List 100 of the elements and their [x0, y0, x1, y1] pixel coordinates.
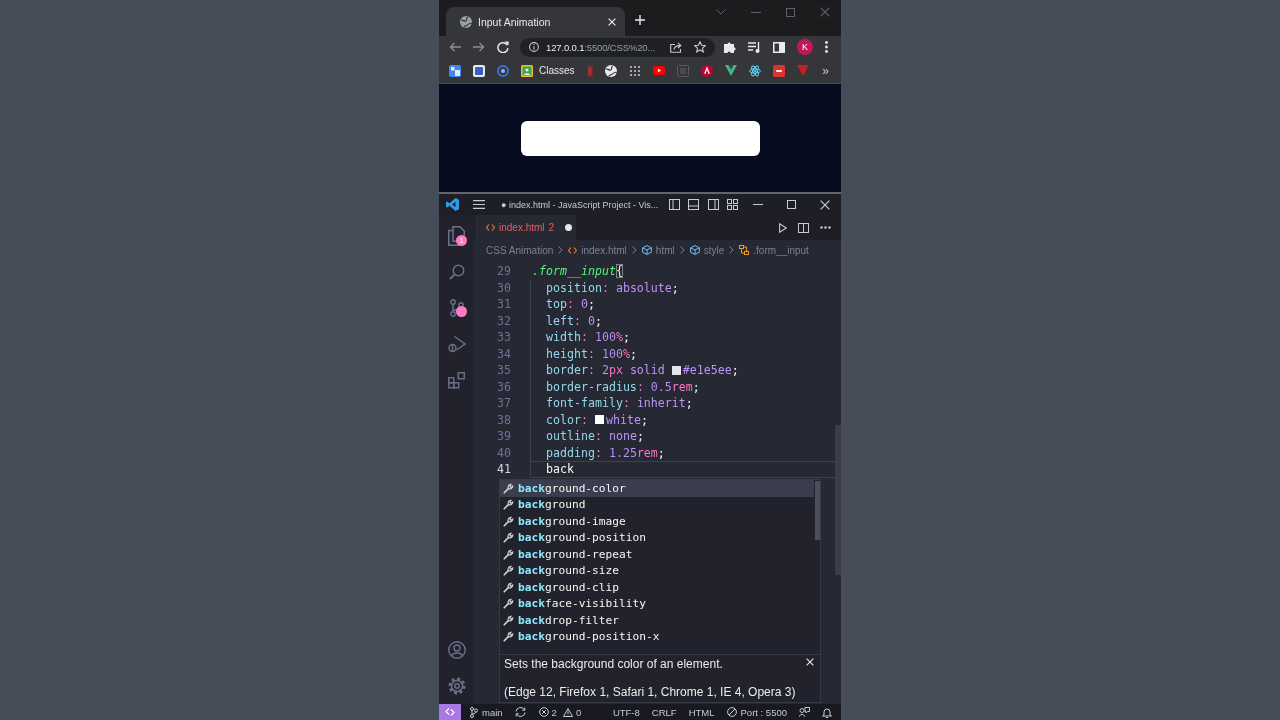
video-play-icon[interactable] — [652, 66, 665, 75]
suggestion-item[interactable]: background-clip — [500, 579, 814, 596]
browser-compatibility: (Edge 12, Firefox 1, Safari 1, Chrome 1, IE 4, Opera 3) — [504, 685, 796, 699]
wrench-icon — [503, 631, 514, 643]
panel-layout-icon[interactable] — [688, 199, 699, 210]
globe-icon[interactable] — [604, 64, 617, 77]
chevron-right-icon — [679, 246, 685, 254]
suggestion-item[interactable]: background-repeat — [500, 546, 814, 563]
live-server-port[interactable]: Port : 5500 — [726, 706, 787, 718]
sidebar-right-icon[interactable] — [707, 199, 719, 210]
sync-icon[interactable] — [514, 707, 526, 717]
tile-icon[interactable] — [772, 64, 785, 77]
scrollbar-thumb[interactable] — [815, 481, 820, 540]
menu-icon[interactable] — [473, 200, 485, 209]
remote-indicator[interactable] — [439, 704, 461, 720]
plus-icon[interactable] — [635, 14, 645, 25]
profile-avatar[interactable]: K — [797, 39, 813, 55]
split-editor-icon[interactable] — [798, 222, 809, 233]
breadcrumb-item[interactable]: .form__input — [739, 244, 809, 256]
input-field[interactable] — [520, 120, 760, 156]
wrench-icon — [503, 532, 514, 544]
line-number: 41 — [496, 461, 511, 478]
minimize-icon[interactable] — [751, 11, 761, 13]
files-icon[interactable] — [448, 226, 465, 246]
board-icon[interactable] — [521, 64, 533, 77]
star-icon[interactable] — [694, 41, 706, 53]
bookmarks-overflow-menu[interactable]: » — [822, 63, 829, 78]
code-text: back — [546, 462, 574, 477]
account-icon[interactable] — [447, 641, 466, 659]
square-tile-icon[interactable] — [449, 64, 461, 77]
atom-icon[interactable] — [748, 64, 761, 77]
source-control-icon[interactable] — [449, 299, 464, 317]
encoding-status[interactable]: UTF-8 — [612, 706, 640, 718]
code-text: #e1e5ee; — [682, 363, 739, 378]
chevron-right-icon — [558, 246, 564, 254]
share-icon[interactable] — [670, 41, 682, 53]
run-icon[interactable] — [779, 222, 787, 233]
code-text: .form__input{ — [532, 264, 623, 279]
gear-icon[interactable] — [447, 677, 466, 695]
sidebar-icon[interactable] — [773, 41, 785, 53]
playlist-icon[interactable] — [748, 41, 761, 53]
dots-grid-icon[interactable] — [628, 64, 641, 77]
search-icon[interactable] — [448, 264, 465, 280]
branch-status[interactable]: main — [470, 706, 503, 718]
globe-icon — [460, 15, 472, 28]
suggestion-description: Sets the background color of an element. — [504, 657, 723, 671]
language-mode[interactable]: HTML — [688, 706, 715, 718]
bell-icon[interactable] — [822, 706, 832, 718]
chevron-down-icon[interactable] — [716, 9, 726, 15]
breadcrumb-item[interactable]: html — [641, 244, 675, 256]
error-icon — [538, 707, 549, 717]
framed-tile-icon[interactable] — [473, 64, 485, 77]
back-arrow-icon[interactable] — [449, 42, 461, 52]
code-text: border-radius: 0.5rem; — [546, 379, 700, 394]
customize-layout-icon[interactable] — [727, 199, 738, 210]
problems-status[interactable]: 2 0 — [538, 706, 585, 718]
address-bar[interactable]: 127.0.0.1:5500/CSS%20... — [520, 37, 715, 57]
hierarchy-icon — [739, 245, 750, 255]
scrollbar-thumb[interactable] — [835, 425, 841, 575]
shield-icon[interactable] — [700, 64, 713, 77]
code-brackets-icon — [486, 224, 495, 231]
line-number: 30 — [496, 279, 511, 296]
suggestion-item[interactable]: background-position-x — [500, 628, 814, 645]
line-number: 34 — [496, 345, 511, 362]
breadcrumb-item[interactable]: style — [689, 244, 725, 256]
wrench-icon — [503, 565, 514, 577]
breadcrumb-item[interactable]: CSS Animation — [486, 244, 554, 256]
ring-icon[interactable] — [497, 64, 509, 77]
line-number: 29 — [496, 263, 511, 280]
v-mark-icon[interactable] — [724, 65, 737, 76]
code-text: position: absolute; — [546, 280, 679, 295]
suggestion-item[interactable]: background — [500, 496, 814, 513]
info-icon[interactable] — [529, 42, 539, 52]
suggestion-item[interactable]: backdrop-filter — [500, 612, 814, 629]
cube-icon — [641, 245, 652, 255]
suggestion-item[interactable]: background-image — [500, 513, 814, 530]
reload-icon[interactable] — [497, 41, 509, 53]
logo-icon — [446, 198, 459, 211]
editor-tab[interactable]: index.html 2 — [475, 215, 576, 240]
wrench-icon — [503, 482, 514, 494]
line-ending-status[interactable]: CRLF — [651, 706, 677, 718]
bookmark-link[interactable]: Classes — [521, 64, 575, 77]
extensions-icon[interactable] — [448, 371, 465, 389]
no-entry-icon — [726, 707, 737, 717]
code-text: font-family: inherit; — [546, 396, 693, 411]
feedback-icon[interactable] — [799, 707, 810, 717]
suggestion-item[interactable]: background-position — [500, 529, 814, 546]
code-text: width: 100%; — [546, 330, 630, 345]
sidebar-left-icon[interactable] — [668, 199, 680, 210]
suggestion-item[interactable]: background-size — [500, 562, 814, 579]
breadcrumb-item[interactable]: index.html — [568, 244, 627, 256]
more-icon[interactable] — [820, 226, 831, 229]
browser-tab[interactable]: Input Animation — [446, 7, 625, 36]
suggestion-item[interactable]: background-color — [500, 480, 814, 497]
run-debug-icon[interactable] — [447, 335, 466, 353]
suggestion-item[interactable]: backface-visibility — [500, 595, 814, 612]
code-text: border: 2px solid — [546, 363, 665, 378]
forward-arrow-icon[interactable] — [473, 42, 485, 52]
puzzle-icon[interactable] — [724, 41, 736, 53]
kebab-menu-icon[interactable] — [825, 41, 828, 53]
